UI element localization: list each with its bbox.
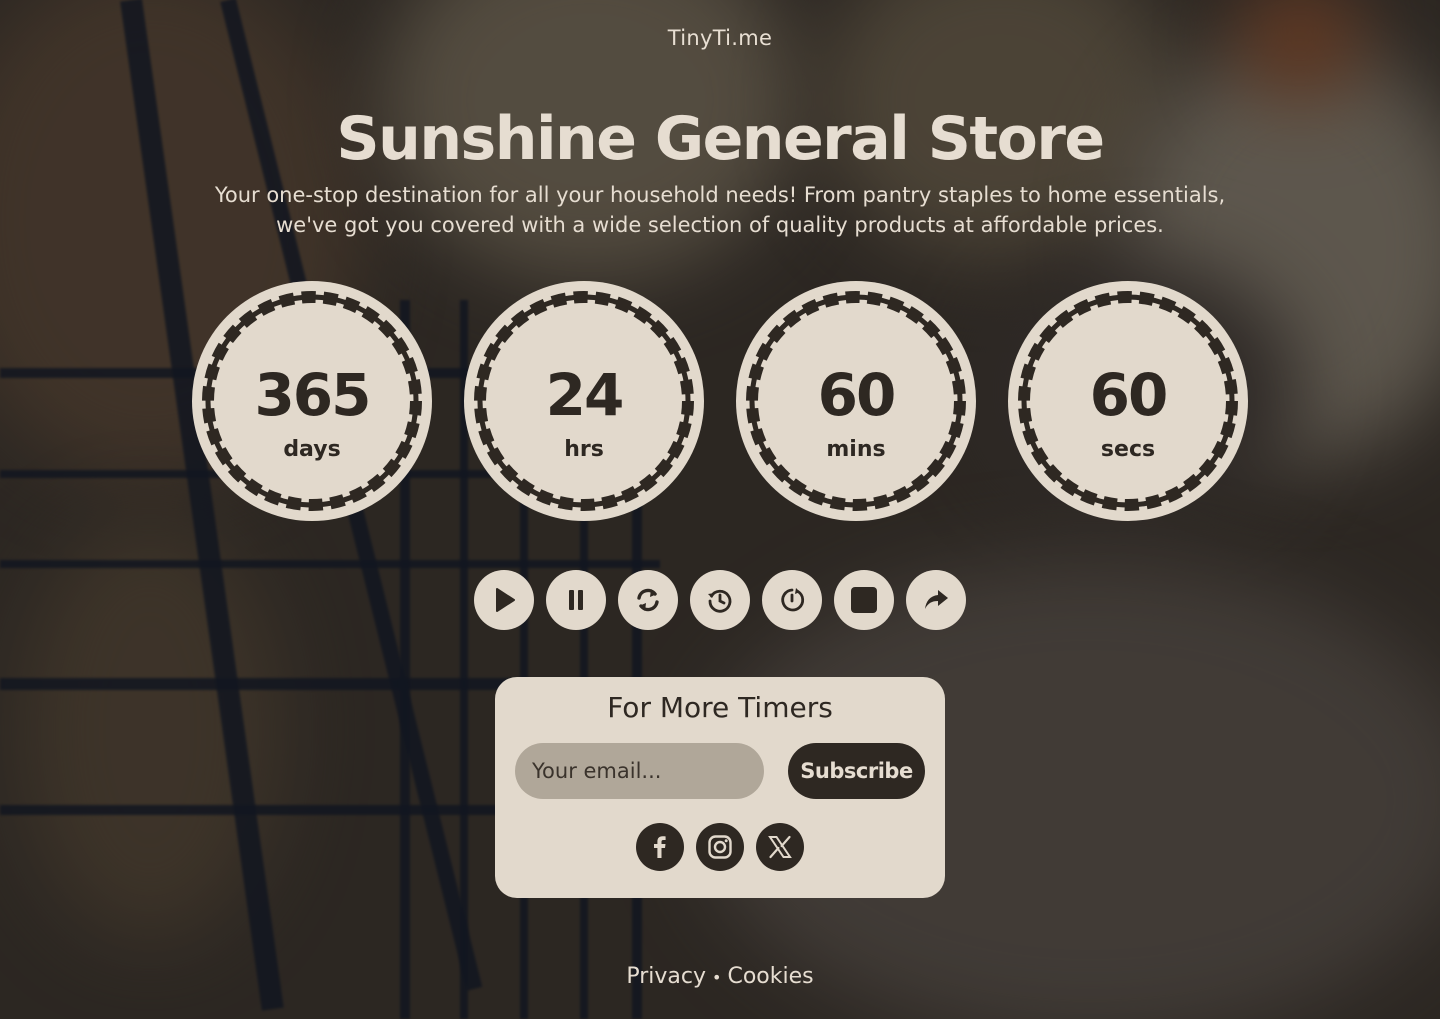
play-button[interactable]: [474, 570, 534, 630]
timer-days: 365 days: [192, 281, 432, 521]
timer-seconds-label: secs: [1100, 437, 1156, 462]
timer-minutes-label: mins: [826, 437, 886, 462]
stop-button[interactable]: [834, 570, 894, 630]
subscribe-button[interactable]: Subscribe: [788, 743, 925, 799]
email-input[interactable]: [515, 743, 764, 799]
countdown-timers: 365 days 24 hrs 60 mins 60 secs: [192, 281, 1248, 521]
pause-button[interactable]: [546, 570, 606, 630]
timer-minutes: 60 mins: [736, 281, 976, 521]
privacy-link[interactable]: Privacy: [626, 964, 706, 989]
footer-separator: •: [712, 968, 722, 987]
timer-days-label: days: [283, 437, 341, 462]
share-icon: [925, 590, 948, 609]
subscribe-card: For More Timers Subscribe: [495, 677, 945, 898]
timer-seconds: 60 secs: [1008, 281, 1248, 521]
refresh-icon: [637, 588, 659, 612]
stop-icon: [851, 587, 877, 613]
timer-hours: 24 hrs: [464, 281, 704, 521]
timer-button[interactable]: [762, 570, 822, 630]
timer-days-value: 365: [254, 361, 371, 429]
history-button[interactable]: [690, 570, 750, 630]
page-description: Your one-stop destination for all your h…: [214, 183, 1226, 237]
timer-hours-label: hrs: [564, 437, 604, 462]
restart-button[interactable]: [618, 570, 678, 630]
play-icon: [496, 588, 515, 612]
instagram-icon: [708, 835, 732, 859]
history-icon: [708, 589, 732, 613]
instagram-link[interactable]: [696, 823, 744, 871]
brand-logo[interactable]: TinyTi.me: [0, 26, 1440, 50]
timer-seconds-value: 60: [1089, 361, 1169, 429]
share-button[interactable]: [906, 570, 966, 630]
subscribe-title: For More Timers: [607, 691, 833, 724]
timer-hours-value: 24: [545, 361, 625, 429]
timer-icon: [781, 588, 805, 612]
cookies-link[interactable]: Cookies: [727, 964, 813, 989]
page-title: Sunshine General Store: [336, 104, 1105, 174]
facebook-icon: [654, 836, 666, 858]
footer: Privacy • Cookies: [0, 964, 1440, 989]
facebook-link[interactable]: [636, 823, 684, 871]
x-link[interactable]: [756, 823, 804, 871]
timer-minutes-value: 60: [817, 361, 897, 429]
pause-icon: [569, 590, 583, 610]
x-icon: [768, 835, 792, 859]
